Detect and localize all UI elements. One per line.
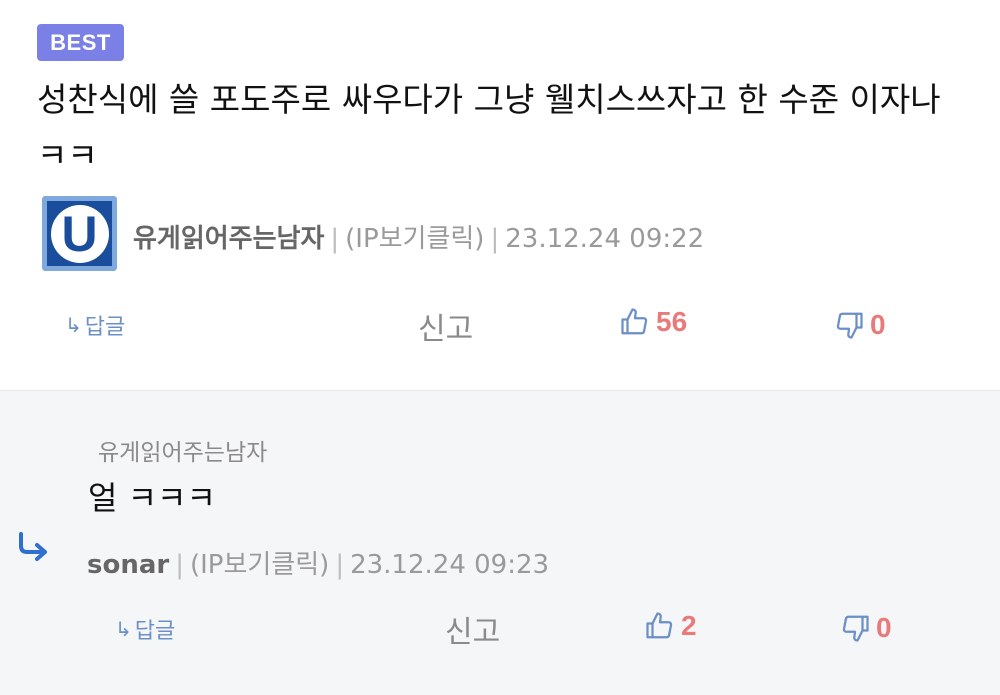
avatar-letter: U: [61, 205, 98, 262]
best-badge: BEST: [37, 24, 124, 61]
thumbs-down-icon: [842, 615, 869, 642]
dislike-button[interactable]: 0: [840, 612, 892, 644]
reply-arrow-icon: [19, 532, 47, 561]
ip-link[interactable]: (IP보기클릭): [190, 550, 329, 580]
reply-author[interactable]: sonar: [87, 550, 169, 580]
reply-text: 얼 ㅋㅋㅋ: [88, 479, 216, 517]
like-count: 2: [681, 610, 697, 641]
reply-meta: sonar | (IP보기클릭) | 23.12.24 09:23: [87, 550, 550, 580]
reply-arrow-icon: ↳: [115, 617, 132, 641]
ip-link[interactable]: (IP보기클릭): [345, 224, 484, 254]
comment-text: 성찬식에 쓸 포도주로 싸우다가 그냥 웰치스쓰자고 한 수준 이자나 ㅋㅋ: [37, 80, 941, 175]
like-button[interactable]: 2: [645, 610, 697, 642]
reply-arrow-icon: ↳: [65, 313, 82, 337]
thumbs-up-icon: [646, 612, 673, 639]
thumbs-down-icon: [836, 312, 863, 339]
best-comment: BEST 성찬식에 쓸 포도주로 싸우다가 그냥 웰치스쓰자고 한 수준 이자나…: [0, 0, 1000, 390]
report-button[interactable]: 신고: [445, 607, 500, 651]
reply-target-author: 유게읽어주는남자: [98, 440, 268, 466]
reply-button[interactable]: ↳ 답글: [115, 613, 175, 645]
like-count: 56: [656, 306, 688, 337]
avatar[interactable]: U: [42, 196, 117, 271]
like-button[interactable]: 56: [620, 306, 687, 338]
thumbs-up-icon: [621, 308, 648, 335]
reply-button[interactable]: ↳ 답글: [65, 309, 125, 341]
comment-author[interactable]: 유게읽어주는남자: [133, 224, 324, 254]
dislike-count: 0: [870, 309, 886, 340]
dislike-count: 0: [876, 612, 892, 643]
dislike-button[interactable]: 0: [834, 309, 886, 341]
comment-date: 23.12.24 09:22: [505, 224, 705, 254]
report-button[interactable]: 신고: [418, 304, 473, 348]
comment-meta: 유게읽어주는남자 | (IP보기클릭) | 23.12.24 09:22: [133, 224, 705, 254]
reply-date: 23.12.24 09:23: [350, 550, 550, 580]
